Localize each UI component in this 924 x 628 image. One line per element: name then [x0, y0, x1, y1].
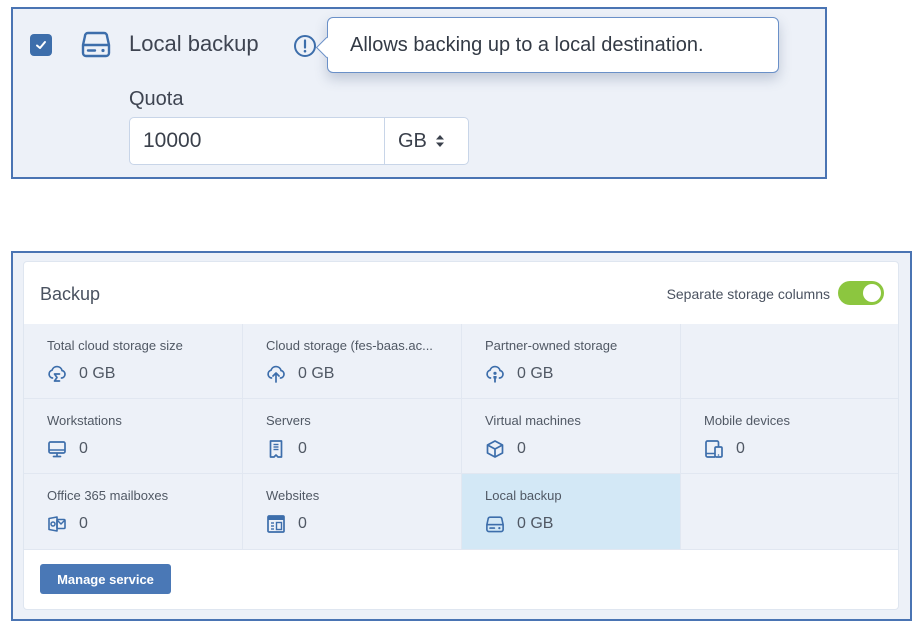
toggle-knob — [863, 284, 881, 302]
quota-label: Quota — [129, 88, 184, 110]
tooltip: Allows backing up to a local destination… — [327, 17, 779, 73]
usage-cell-local-backup: Local backup 0 GB — [462, 474, 681, 550]
usage-cell-empty — [681, 324, 898, 399]
outlook-mailbox-icon — [48, 516, 66, 532]
usage-cell-office365-mailboxes: Office 365 mailboxes 0 — [24, 474, 243, 550]
cloud-sigma-icon — [48, 365, 66, 382]
cell-value: 0 GB — [517, 365, 554, 382]
backup-summary-panel: Backup Separate storage columns Total cl… — [11, 251, 912, 621]
cell-label: Cloud storage (fes-baas.ac... — [266, 338, 433, 353]
server-icon — [269, 440, 283, 458]
usage-cell-total-cloud-storage: Total cloud storage size 0 GB — [24, 324, 243, 399]
local-backup-checkbox[interactable] — [30, 34, 52, 56]
usage-cell-websites: Websites 0 — [243, 474, 462, 550]
cloud-partner-icon — [486, 365, 504, 383]
cell-value: 0 — [79, 515, 88, 532]
cell-value: 0 — [79, 440, 88, 457]
hard-drive-icon — [81, 31, 111, 58]
cell-label: Servers — [266, 413, 311, 428]
usage-cell-virtual-machines: Virtual machines 0 — [462, 399, 681, 474]
usage-cell-empty — [681, 474, 898, 550]
cloud-upload-icon — [267, 365, 285, 383]
cell-value: 0 GB — [517, 515, 554, 532]
checkmark-icon — [36, 41, 46, 49]
manage-service-button[interactable]: Manage service — [40, 564, 171, 594]
cell-label: Virtual machines — [485, 413, 581, 428]
quota-input[interactable] — [130, 118, 385, 164]
local-backup-quota-panel: Local backup Allows backing up to a loca… — [11, 7, 827, 179]
backup-card: Backup Separate storage columns Total cl… — [23, 261, 899, 610]
cell-label: Total cloud storage size — [47, 338, 183, 353]
separate-storage-toggle-label: Separate storage columns — [666, 286, 830, 302]
cell-value: 0 — [298, 515, 307, 532]
cell-value: 0 GB — [298, 365, 335, 382]
cell-label: Partner-owned storage — [485, 338, 618, 353]
card-header: Backup Separate storage columns — [24, 262, 898, 324]
usage-cell-workstations: Workstations 0 — [24, 399, 243, 474]
cell-label: Local backup — [485, 488, 562, 503]
separate-storage-toggle[interactable] — [838, 281, 884, 305]
quota-field-group: GB — [129, 117, 469, 165]
info-exclamation-icon[interactable] — [293, 34, 317, 58]
tooltip-text: Allows backing up to a local destination… — [350, 33, 704, 56]
card-footer: Manage service — [24, 550, 898, 609]
cell-label: Mobile devices — [704, 413, 790, 428]
cell-value: 0 — [517, 440, 526, 457]
card-title: Backup — [40, 284, 101, 304]
cell-label: Websites — [266, 488, 320, 503]
cell-value: 0 — [298, 440, 307, 457]
cell-label: Workstations — [47, 413, 122, 428]
cell-label: Office 365 mailboxes — [47, 488, 169, 503]
cell-value: 0 — [736, 440, 745, 457]
sort-arrows-icon — [435, 134, 445, 148]
usage-cell-partner-storage: Partner-owned storage 0 GB — [462, 324, 681, 399]
unit-select-value: GB — [398, 129, 427, 152]
hard-drive-icon — [486, 516, 504, 533]
unit-select[interactable]: GB — [385, 118, 468, 164]
website-icon — [267, 515, 285, 533]
usage-cell-cloud-storage: Cloud storage (fes-baas.ac... 0 GB — [243, 324, 462, 399]
usage-cell-mobile-devices: Mobile devices 0 — [681, 399, 898, 474]
cube-icon — [486, 440, 504, 458]
usage-cell-servers: Servers 0 — [243, 399, 462, 474]
monitor-icon — [48, 441, 66, 458]
usage-grid: Total cloud storage size 0 GB Cloud stor… — [24, 324, 898, 550]
mobile-devices-icon — [705, 440, 723, 458]
cell-value: 0 GB — [79, 365, 116, 382]
service-label: Local backup — [129, 31, 259, 56]
